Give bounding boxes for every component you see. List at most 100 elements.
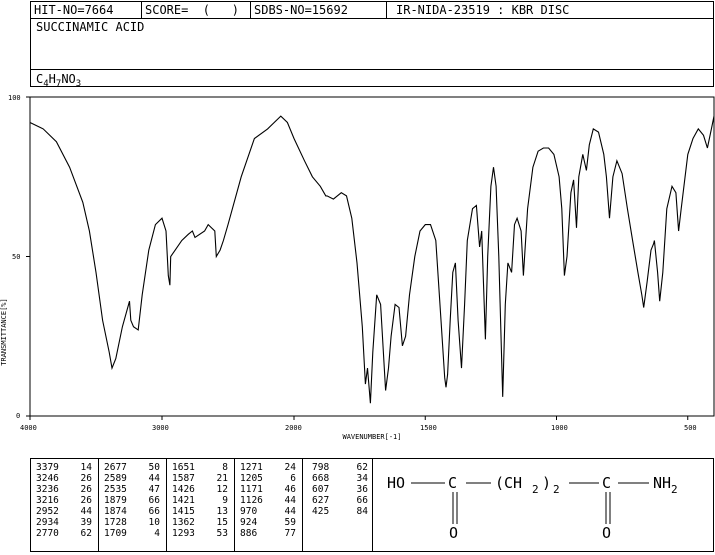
peak-transmittance: 13 (216, 506, 228, 517)
y-tick-label: 0 (16, 412, 21, 420)
peak-wavenumber: 1126 (240, 495, 263, 506)
x-tick-label: 2000 (285, 424, 302, 432)
y-tick-marks (26, 96, 30, 417)
peak-wavenumber: 668 (312, 473, 330, 484)
structure-c2: C (602, 474, 612, 492)
peak-wavenumber: 607 (312, 484, 330, 495)
peak-row: 2535 47 (104, 484, 160, 495)
peak-row: 1709 4 (104, 528, 160, 539)
peak-row: 2934 39 (36, 517, 92, 528)
peak-row: 2952 44 (36, 506, 92, 517)
x-tick-label: 1500 (420, 424, 437, 432)
x-tick-label: 500 (684, 424, 697, 432)
peak-transmittance: 44 (284, 506, 296, 517)
peak-transmittance: 26 (80, 495, 92, 506)
x-tick-label: 1000 (551, 424, 568, 432)
peak-wavenumber: 1171 (240, 484, 263, 495)
peak-row: 668 34 (312, 473, 368, 484)
x-tick-label: 4000 (20, 424, 37, 432)
peak-wavenumber: 1651 (172, 462, 195, 473)
peak-transmittance: 62 (80, 528, 92, 539)
peak-wavenumber: 2589 (104, 473, 127, 484)
peak-row: 1271 24 (240, 462, 296, 473)
peak-transmittance: 10 (148, 517, 160, 528)
peak-transmittance: 77 (284, 528, 296, 539)
peak-transmittance: 59 (284, 517, 296, 528)
peak-row: 1426 12 (172, 484, 228, 495)
peak-row: 1651 8 (172, 462, 228, 473)
structure-diagram: HO C (CH 2 ) 2 C NH 2 O O (373, 459, 713, 551)
spectrum-line (29, 115, 715, 404)
peak-wavenumber: 1415 (172, 506, 195, 517)
peak-wavenumber: 924 (240, 517, 258, 528)
peak-transmittance: 47 (148, 484, 160, 495)
peak-row: 1587 21 (172, 473, 228, 484)
peak-column: 798 62 668 34 607 36 627 66 425 84 (312, 462, 368, 517)
peak-row: 798 62 (312, 462, 368, 473)
peak-row: 607 36 (312, 484, 368, 495)
peak-transmittance: 34 (356, 473, 368, 484)
peak-row: 2677 50 (104, 462, 160, 473)
peak-column: 3379 14 3246 26 3236 26 3216 26 2952 44 2934 39 2770… (36, 462, 92, 539)
peak-row: 2770 62 (36, 528, 92, 539)
peak-transmittance: 36 (356, 484, 368, 495)
peak-row: 3216 26 (36, 495, 92, 506)
peak-transmittance: 53 (216, 528, 228, 539)
peak-row: 3379 14 (36, 462, 92, 473)
sdbs-number: SDBS-NO=15692 (254, 3, 348, 17)
y-tick-label: 50 (12, 253, 21, 261)
peak-transmittance: 26 (80, 473, 92, 484)
peak-wavenumber: 3246 (36, 473, 59, 484)
peak-column-divider (98, 458, 99, 552)
x-axis-label: WAVENUMBER[-1] (342, 433, 401, 441)
peak-wavenumber: 798 (312, 462, 330, 473)
structure-ch2-close: ) (542, 474, 552, 492)
peak-wavenumber: 1728 (104, 517, 127, 528)
peak-transmittance: 44 (284, 495, 296, 506)
peak-row: 1171 46 (240, 484, 296, 495)
peak-transmittance: 9 (222, 495, 228, 506)
peak-row: 3246 26 (36, 473, 92, 484)
y-axis-label: TRANSMITTANCE[%] (0, 298, 8, 365)
ir-spectrum-chart: WAVENUMBER[-1] TRANSMITTANCE[%] (0, 96, 715, 441)
peak-wavenumber: 2770 (36, 528, 59, 539)
peak-row: 1293 53 (172, 528, 228, 539)
structure-ho: HO (387, 474, 406, 492)
structure-ch2-sub: 2 (532, 483, 539, 496)
peak-wavenumber: 2677 (104, 462, 127, 473)
structure-o2: O (602, 524, 612, 542)
peak-transmittance: 21 (216, 473, 228, 484)
peak-row: 970 44 (240, 506, 296, 517)
peak-wavenumber: 2934 (36, 517, 59, 528)
x-tick-marks (29, 416, 689, 420)
peak-row: 924 59 (240, 517, 296, 528)
structure-c1: C (448, 474, 458, 492)
peak-transmittance: 39 (80, 517, 92, 528)
peak-transmittance: 44 (148, 473, 160, 484)
peak-wavenumber: 1709 (104, 528, 127, 539)
peak-wavenumber: 3379 (36, 462, 59, 473)
header-divider (141, 1, 142, 19)
header-divider (386, 1, 387, 19)
peak-row: 1421 9 (172, 495, 228, 506)
peak-row: 3236 26 (36, 484, 92, 495)
peak-row: 1205 6 (240, 473, 296, 484)
peak-transmittance: 14 (80, 462, 92, 473)
peak-column: 2677 50 2589 44 2535 47 1879 66 1874 66 1728 10 1709… (104, 462, 160, 539)
structure-repeat-sub: 2 (553, 483, 560, 496)
peak-row: 1879 66 (104, 495, 160, 506)
header-divider (250, 1, 251, 19)
peak-wavenumber: 886 (240, 528, 258, 539)
peak-transmittance: 66 (356, 495, 368, 506)
score: SCORE= ( ) (145, 3, 239, 17)
peak-transmittance: 66 (148, 506, 160, 517)
peak-row: 1728 10 (104, 517, 160, 528)
peak-transmittance: 24 (284, 462, 296, 473)
peak-transmittance: 6 (290, 473, 296, 484)
peak-column-divider (234, 458, 235, 552)
structure-bonds (411, 482, 649, 524)
structure-nh-sub: 2 (671, 483, 678, 496)
peak-row: 1415 13 (172, 506, 228, 517)
y-tick-label: 100 (8, 94, 21, 102)
peak-transmittance: 84 (356, 506, 368, 517)
